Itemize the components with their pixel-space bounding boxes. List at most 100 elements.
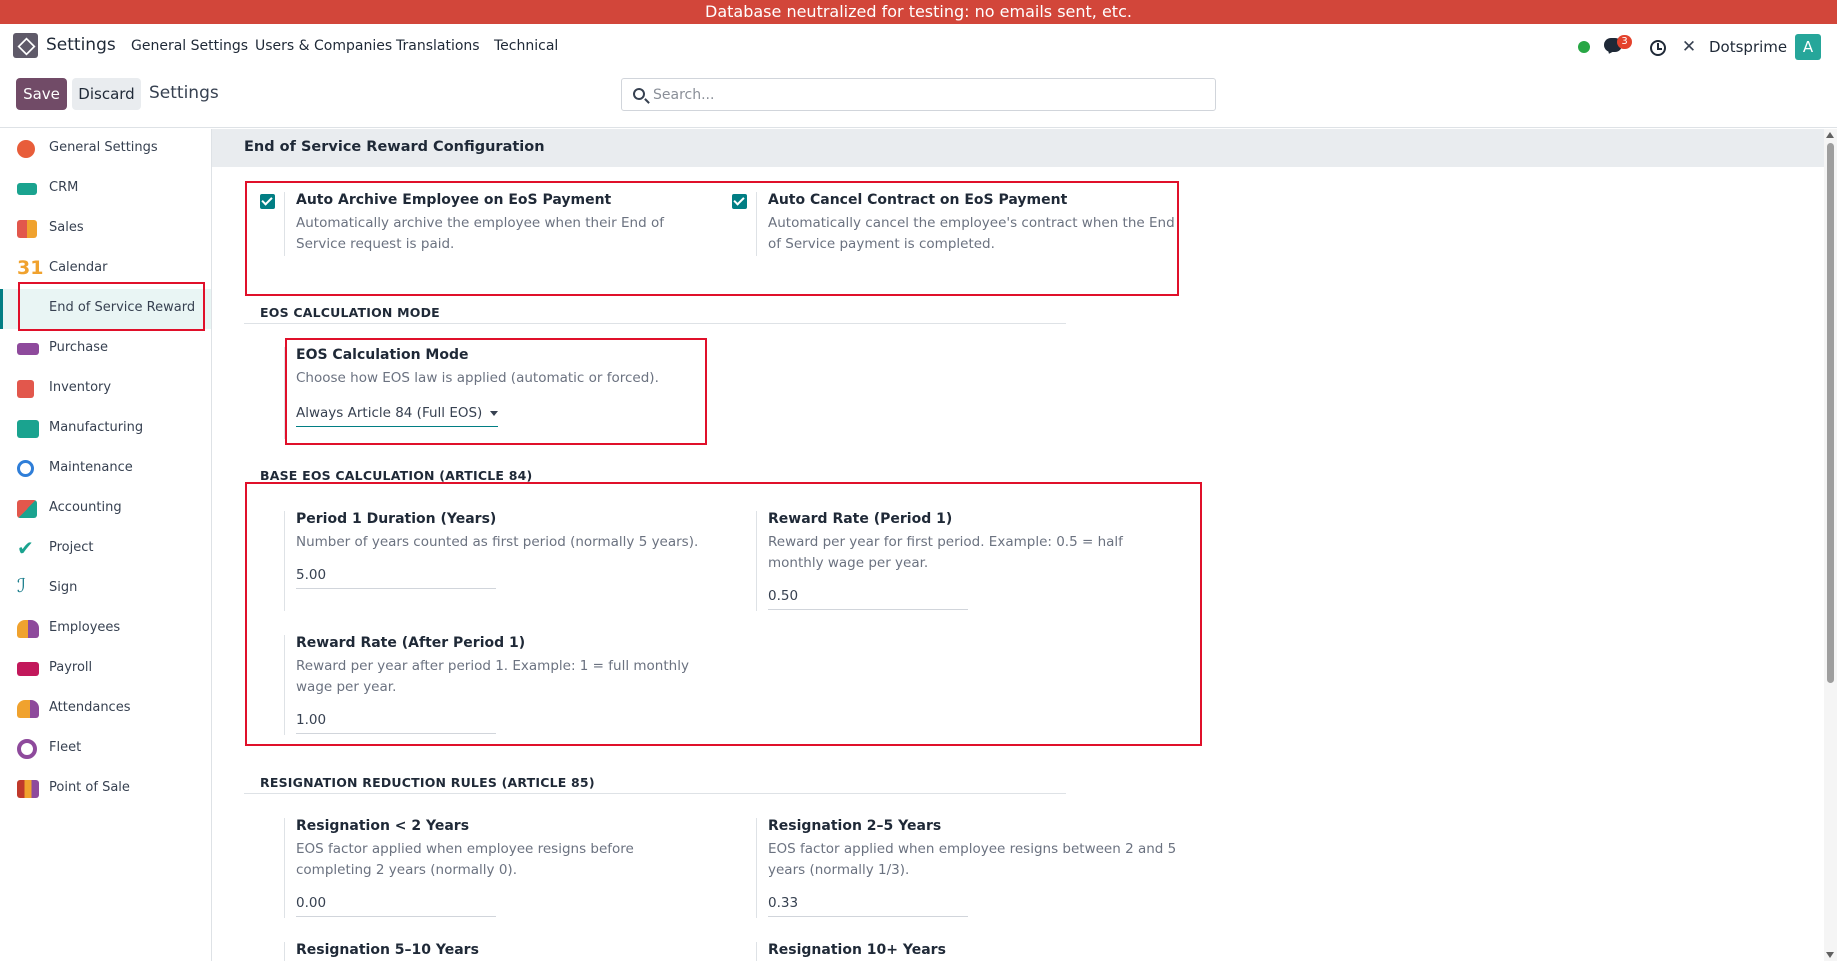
maintenance-icon — [17, 460, 34, 477]
setting-resignation-5-10: Resignation 5–10 Years — [284, 942, 704, 961]
subheading-divider — [244, 793, 1066, 794]
calc-mode-select[interactable]: Always Article 84 (Full EOS) — [296, 405, 498, 427]
setting-auto-cancel: Auto Cancel Contract on EoS Payment Auto… — [756, 192, 1176, 258]
payroll-icon — [17, 662, 39, 676]
inventory-icon — [17, 380, 34, 398]
sidebar-item-crm[interactable]: CRM — [0, 169, 211, 209]
sidebar-item-label: End of Service Reward — [49, 300, 196, 315]
sidebar-item-employees[interactable]: Employees — [0, 609, 211, 649]
company-switcher[interactable]: Dotsprime — [1709, 38, 1787, 56]
sidebar-item-end-of-service-reward[interactable]: End of Service Reward — [0, 289, 211, 329]
setting-title: Reward Rate (After Period 1) — [296, 635, 526, 651]
sidebar-item-sign[interactable]: ℐ Sign — [0, 569, 211, 609]
setting-description: EOS factor applied when employee resigns… — [768, 841, 1177, 878]
setting-title: Auto Archive Employee on EoS Payment — [296, 192, 612, 208]
sidebar-item-label: Employees — [49, 620, 121, 635]
reward-rate-period1-input[interactable]: 0.50 — [768, 588, 968, 610]
point-of-sale-icon — [17, 780, 39, 798]
sidebar-item-fleet[interactable]: Fleet — [0, 729, 211, 769]
sidebar-item-label: Manufacturing — [49, 420, 144, 435]
scrollbar-thumb[interactable] — [1827, 143, 1834, 683]
activity-clock-icon[interactable] — [1650, 40, 1666, 56]
sidebar-item-point-of-sale[interactable]: Point of Sale — [0, 769, 211, 809]
scroll-up-icon[interactable] — [1826, 132, 1834, 138]
setting-title: Resignation 2–5 Years — [768, 818, 942, 834]
setting-title: Auto Cancel Contract on EoS Payment — [768, 192, 1068, 208]
sidebar-item-payroll[interactable]: Payroll — [0, 649, 211, 689]
sidebar-item-purchase[interactable]: Purchase — [0, 329, 211, 369]
setting-title: Resignation 10+ Years — [768, 942, 946, 958]
save-button[interactable]: Save — [16, 78, 67, 110]
sidebar-item-sales[interactable]: Sales — [0, 209, 211, 249]
setting-description: Choose how EOS law is applied (automatic… — [296, 370, 659, 386]
setting-resignation-10plus: Resignation 10+ Years — [756, 942, 1176, 961]
sidebar-item-calendar[interactable]: 31 Calendar — [0, 249, 211, 289]
setting-title: EOS Calculation Mode — [296, 347, 469, 363]
resignation-lt2-input[interactable]: 0.00 — [296, 895, 496, 917]
setting-resignation-2-5: Resignation 2–5 Years EOS factor applied… — [756, 818, 1176, 918]
setting-divider — [756, 818, 757, 918]
setting-period1-duration: Period 1 Duration (Years) Number of year… — [284, 511, 704, 611]
search-input[interactable] — [653, 79, 1203, 110]
main-scrollbar[interactable] — [1824, 129, 1837, 961]
setting-title: Resignation < 2 Years — [296, 818, 470, 834]
sidebar-item-label: Inventory — [49, 380, 112, 395]
setting-resignation-lt2: Resignation < 2 Years EOS factor applied… — [284, 818, 704, 918]
sidebar-item-attendances[interactable]: Attendances — [0, 689, 211, 729]
setting-description: Number of years counted as first period … — [296, 534, 699, 550]
reward-rate-after-input[interactable]: 1.00 — [296, 712, 496, 734]
setting-description: Reward per year for first period. Exampl… — [768, 534, 1123, 571]
purchase-icon — [17, 343, 39, 355]
subheading-resignation: RESIGNATION REDUCTION RULES (ARTICLE 85) — [260, 775, 595, 790]
setting-divider — [756, 192, 757, 256]
sidebar-item-maintenance[interactable]: Maintenance — [0, 449, 211, 489]
scroll-down-icon[interactable] — [1826, 952, 1834, 958]
user-avatar[interactable]: A — [1795, 34, 1821, 60]
setting-description: Automatically cancel the employee's cont… — [768, 215, 1175, 252]
auto-cancel-checkbox[interactable] — [732, 194, 747, 209]
menu-general-settings[interactable]: General Settings — [131, 38, 248, 54]
chevron-down-icon — [490, 411, 498, 416]
search-box[interactable] — [621, 78, 1216, 111]
search-icon — [633, 88, 645, 100]
discard-button[interactable]: Discard — [72, 78, 141, 110]
resignation-2-5-input[interactable]: 0.33 — [768, 895, 968, 917]
menu-technical[interactable]: Technical — [494, 38, 558, 54]
setting-divider — [284, 942, 285, 961]
setting-reward-rate-period1: Reward Rate (Period 1) Reward per year f… — [756, 511, 1176, 611]
sidebar-item-label: Sign — [49, 580, 78, 595]
setting-description: Automatically archive the employee when … — [296, 215, 664, 252]
calendar-icon: 31 — [17, 257, 44, 279]
sidebar-item-general-settings[interactable]: General Settings — [0, 129, 211, 169]
attendances-icon — [17, 700, 39, 718]
sign-icon: ℐ — [17, 575, 26, 597]
app-name[interactable]: Settings — [46, 35, 116, 55]
period1-duration-input[interactable]: 5.00 — [296, 567, 496, 589]
sidebar-item-manufacturing[interactable]: Manufacturing — [0, 409, 211, 449]
sidebar-item-accounting[interactable]: Accounting — [0, 489, 211, 529]
neutralized-db-banner: Database neutralized for testing: no ema… — [0, 0, 1837, 24]
menu-users-companies[interactable]: Users & Companies — [255, 38, 392, 54]
online-status-icon — [1578, 41, 1590, 53]
setting-calc-mode: EOS Calculation Mode Choose how EOS law … — [284, 347, 704, 442]
settings-app-icon[interactable] — [13, 33, 38, 58]
subheading-base-calc: BASE EOS CALCULATION (ARTICLE 84) — [260, 468, 533, 483]
subheading-calc-mode: EOS CALCULATION MODE — [260, 305, 440, 320]
setting-divider — [756, 942, 757, 961]
sales-icon — [17, 220, 37, 238]
sidebar-item-inventory[interactable]: Inventory — [0, 369, 211, 409]
setting-auto-archive: Auto Archive Employee on EoS Payment Aut… — [284, 192, 704, 258]
setting-divider — [284, 635, 285, 735]
section-header: End of Service Reward Configuration — [212, 129, 1824, 167]
sidebar-item-label: Point of Sale — [49, 780, 130, 795]
menu-translations[interactable]: Translations — [396, 38, 480, 54]
setting-divider — [284, 511, 285, 611]
setting-divider — [284, 818, 285, 918]
setting-title: Reward Rate (Period 1) — [768, 511, 953, 527]
debug-tools-icon[interactable]: ✕ — [1680, 38, 1698, 56]
auto-archive-checkbox[interactable] — [260, 194, 275, 209]
sidebar-item-project[interactable]: ✔ Project — [0, 529, 211, 569]
sidebar-item-label: Maintenance — [49, 460, 133, 475]
sidebar-item-label: Calendar — [49, 260, 108, 275]
setting-title: Resignation 5–10 Years — [296, 942, 479, 958]
